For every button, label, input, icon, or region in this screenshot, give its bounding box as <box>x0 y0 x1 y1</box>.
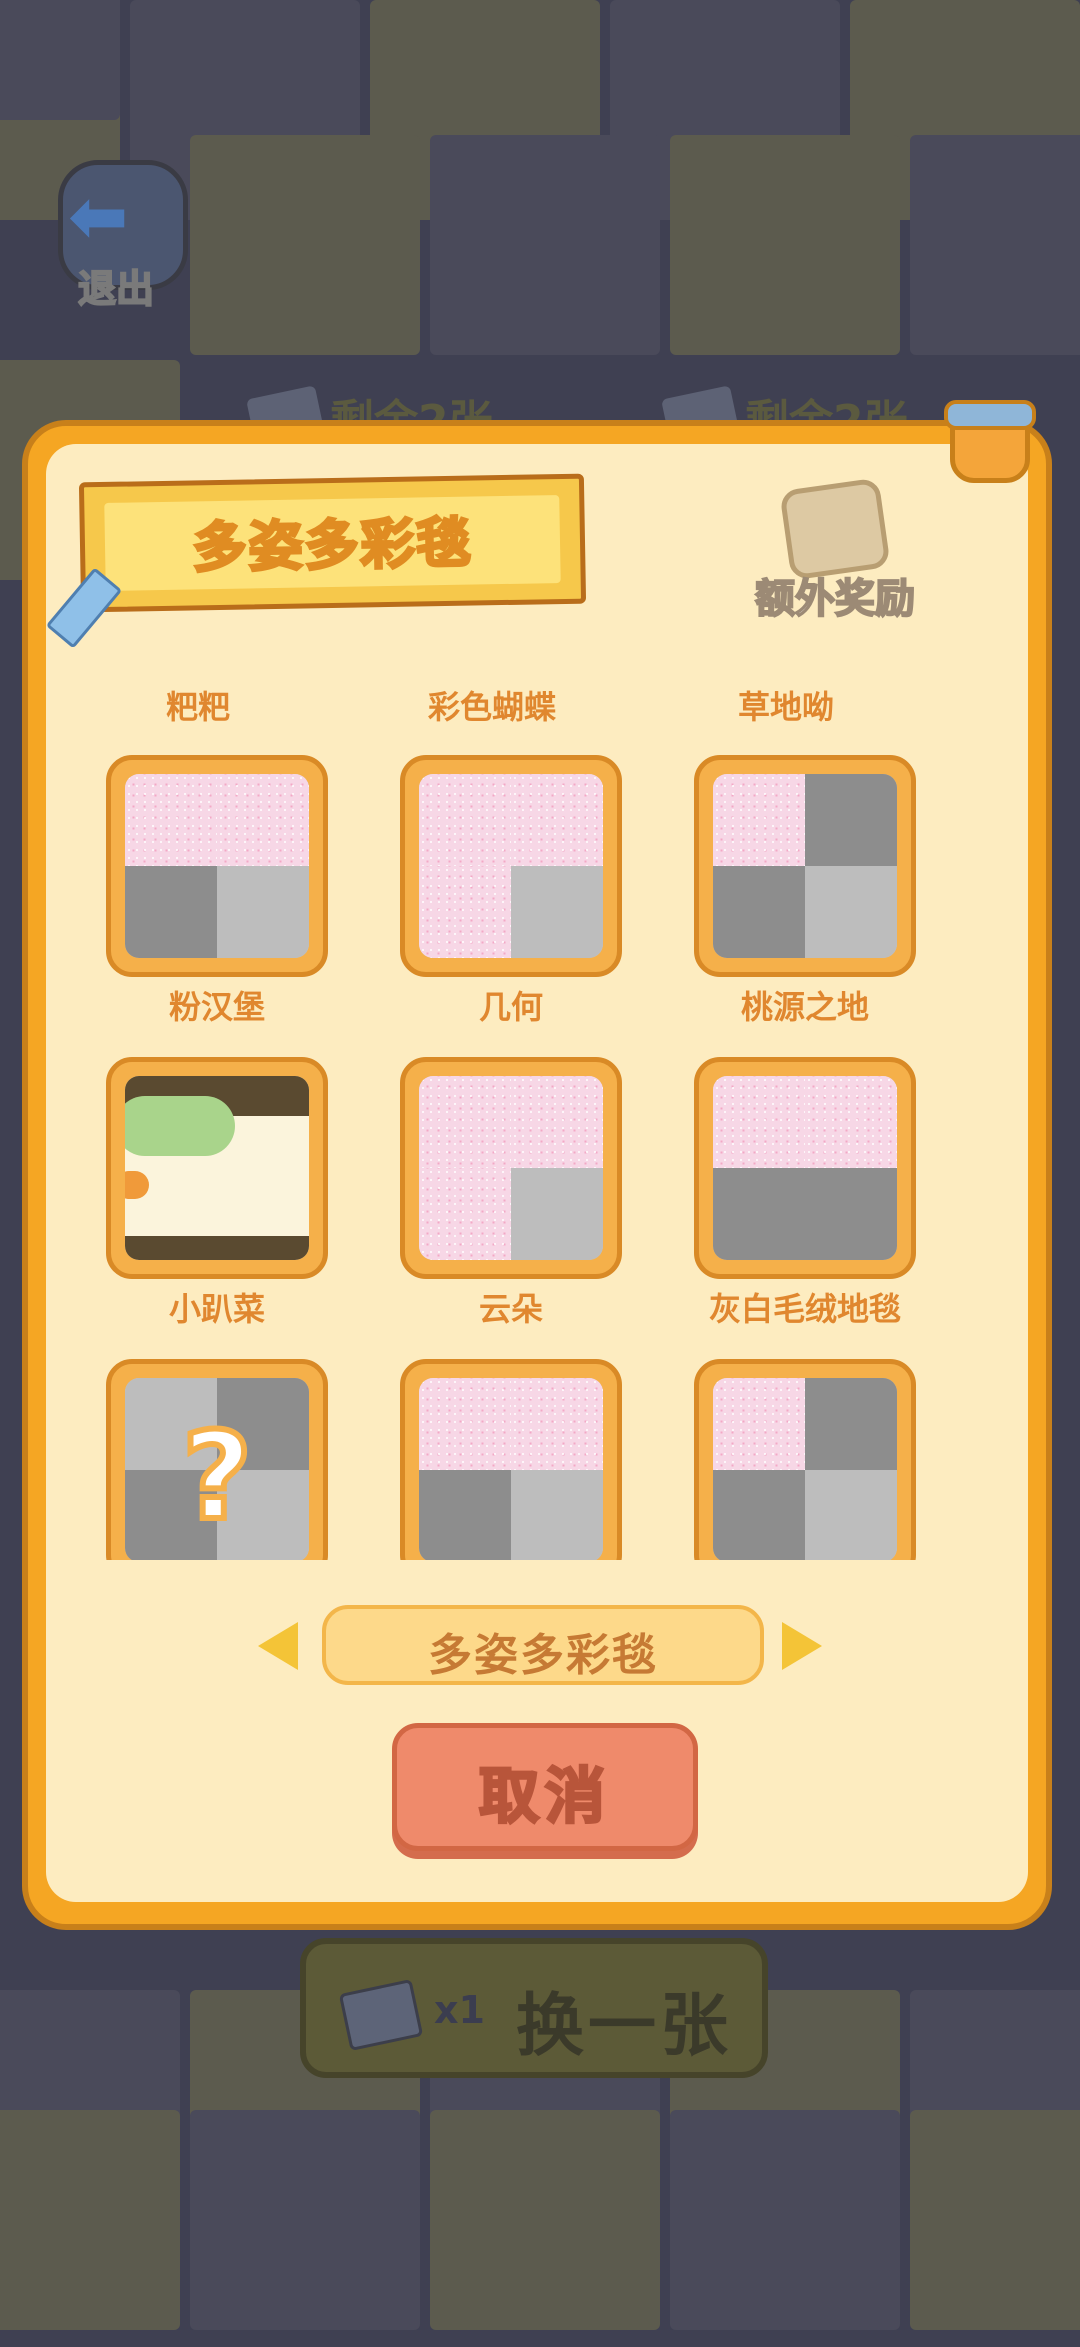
item-name: 灰白毛绒地毯 <box>708 1290 901 1328</box>
item-name: 彩色蝴蝶 <box>427 688 556 726</box>
collection-item-card[interactable] <box>400 1359 622 1560</box>
collection-item-card[interactable] <box>106 1057 328 1279</box>
collection-item-card[interactable] <box>694 1057 916 1279</box>
item-name: 小趴菜 <box>168 1290 265 1328</box>
collection-selector-label: 多姿多彩毯 <box>428 1630 658 1681</box>
collection-grid[interactable]: 粑粑 彩色蝴蝶 草地呦 粉汉堡 几何 桃源之地 小趴菜 云朵 灰白毛绒地毯 ? <box>40 660 1040 1560</box>
swap-count: x1 <box>434 1988 485 2032</box>
collection-item-card[interactable] <box>106 755 328 977</box>
item-name: 粑粑 <box>165 688 230 726</box>
collection-item-card[interactable] <box>694 1359 916 1560</box>
collection-selector[interactable]: 多姿多彩毯 <box>322 1605 764 1685</box>
prev-collection-arrow-icon[interactable] <box>258 1622 298 1670</box>
item-name: 粉汉堡 <box>168 988 265 1026</box>
question-mark-icon: ? <box>179 1405 255 1550</box>
cancel-label: 取消 <box>478 1761 611 1834</box>
dialog-title: 多姿多彩毯 <box>191 510 475 581</box>
item-name: 桃源之地 <box>740 988 869 1026</box>
ticket-icon <box>338 1978 424 2052</box>
bonus-label: 额外奖励 <box>754 575 916 623</box>
cup-rim <box>944 400 1036 430</box>
collection-item-card[interactable] <box>694 755 916 977</box>
collection-item-card[interactable] <box>400 1057 622 1279</box>
exit-button[interactable]: ⬅ 退出 <box>50 150 188 320</box>
collection-item-card-locked[interactable]: ? <box>106 1359 328 1560</box>
item-name: 几何 <box>478 988 543 1026</box>
swap-label: 换一张 <box>516 1987 733 2066</box>
cancel-button[interactable]: 取消 <box>392 1723 698 1851</box>
item-name: 草地呦 <box>737 688 834 726</box>
bonus-reward[interactable]: 额外奖励 <box>740 477 930 623</box>
next-collection-arrow-icon[interactable] <box>782 1622 822 1670</box>
exit-label: 退出 <box>77 266 155 312</box>
collection-item-card[interactable] <box>400 755 622 977</box>
title-ribbon: 多姿多彩毯 <box>78 473 587 613</box>
swap-card-button[interactable]: x1 换一张 <box>300 1938 768 2078</box>
back-arrow-icon: ⬅ <box>68 174 129 258</box>
item-name: 云朵 <box>478 1290 543 1328</box>
